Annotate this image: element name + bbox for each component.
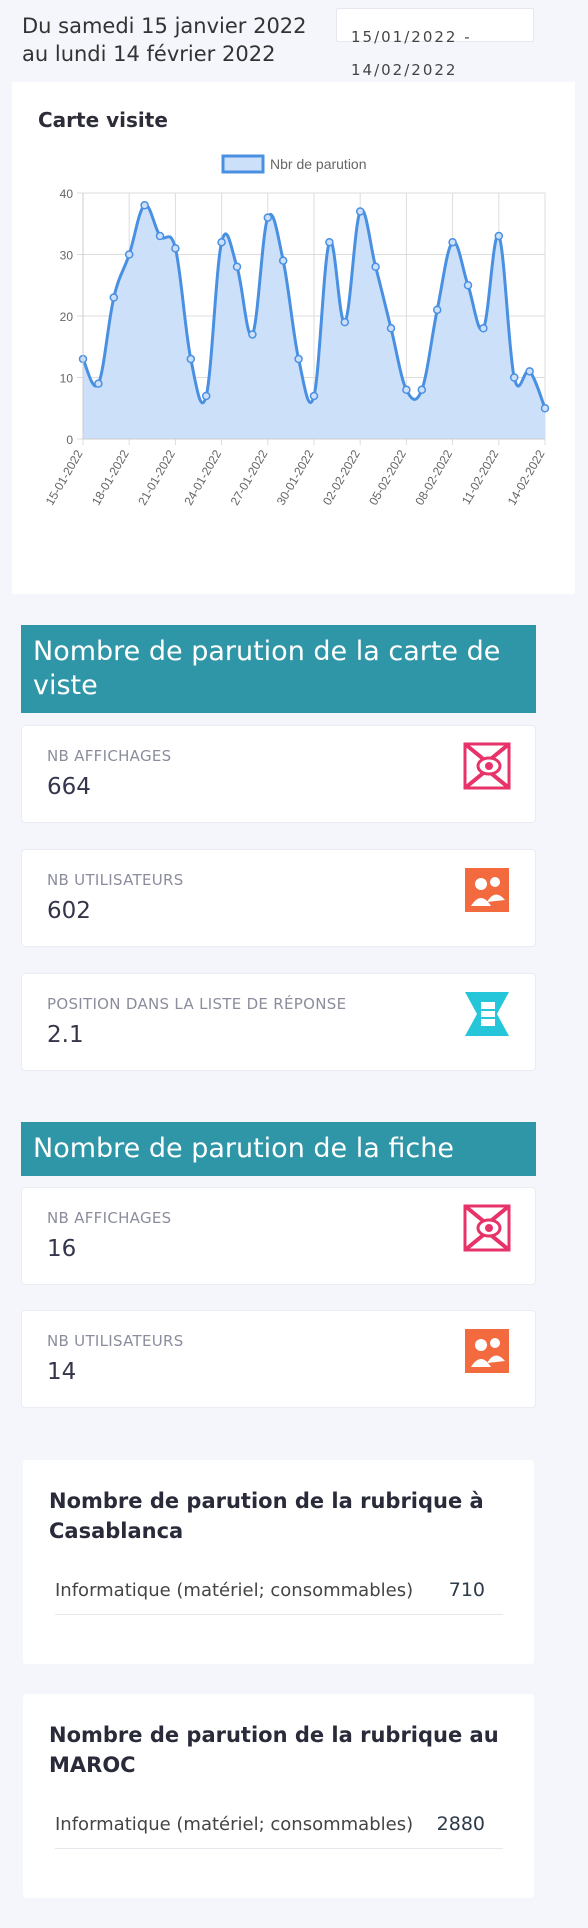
chart-card: Carte visite 0 10 20 30 40 15-01-2022 18-01-20… xyxy=(12,82,575,594)
rubrique-casablanca-title: Nombre de parution de la rubrique à Casa… xyxy=(49,1489,484,1543)
stat-value: 16 xyxy=(47,1236,77,1262)
data-point xyxy=(355,207,365,216)
y-tick-label: 40 xyxy=(60,187,74,201)
section-title-carte: Nombre de parution de la carte de viste xyxy=(21,625,536,713)
legend-label: Nbr de parution xyxy=(270,156,367,172)
users-icon xyxy=(465,868,509,912)
rubrique-maroc-card: Nombre de parution de la rubrique au MAR… xyxy=(23,1694,534,1898)
date-range-line-2: au lundi 14 février 2022 xyxy=(22,42,276,66)
x-tick-label: 08-02-2022 xyxy=(412,447,455,507)
y-tick-label: 0 xyxy=(66,433,73,447)
date-range-heading: Du samedi 15 janvier 2022 au lundi 14 fé… xyxy=(22,12,307,68)
data-point xyxy=(340,317,350,327)
data-point xyxy=(155,231,165,241)
data-point xyxy=(186,354,196,364)
stat-label: NB AFFICHAGES xyxy=(47,1209,172,1227)
date-range-picker-input[interactable]: 15/01/2022 - 14/02/2022 xyxy=(336,8,534,79)
y-tick-label: 20 xyxy=(60,310,74,324)
data-point xyxy=(232,262,242,272)
data-point xyxy=(386,324,396,333)
data-point xyxy=(494,231,504,241)
y-tick-label: 10 xyxy=(60,372,74,386)
stat-card-position-carte: POSITION DANS LA LISTE DE RÉPONSE 2.1 xyxy=(21,973,536,1071)
users-icon xyxy=(465,1329,509,1373)
data-point xyxy=(463,281,473,290)
stat-label: POSITION DANS LA LISTE DE RÉPONSE xyxy=(47,995,347,1013)
section-title-fiche: Nombre de parution de la fiche xyxy=(21,1122,536,1176)
x-tick-label: 24-01-2022 xyxy=(181,447,224,507)
eye-icon xyxy=(463,1204,511,1252)
data-point xyxy=(124,250,134,259)
rubrique-count: 710 xyxy=(448,1579,485,1601)
x-tick-label: 02-02-2022 xyxy=(320,447,363,507)
x-tick-label: 30-01-2022 xyxy=(274,447,317,507)
data-point xyxy=(171,244,180,253)
data-point xyxy=(448,237,457,247)
stat-value: 14 xyxy=(47,1359,77,1385)
x-tick-label: 11-02-2022 xyxy=(459,447,502,507)
x-tick-label: 14-02-2022 xyxy=(505,447,548,507)
y-tick-label: 30 xyxy=(60,249,74,263)
x-tick-label: 15-01-2022 xyxy=(43,447,86,507)
rubrique-maroc-title: Nombre de parution de la rubrique au MAR… xyxy=(49,1723,499,1777)
data-point xyxy=(309,391,319,401)
x-tick-label: 05-02-2022 xyxy=(366,447,409,507)
data-point xyxy=(201,391,211,401)
data-point xyxy=(479,324,488,333)
date-range-line-1: Du samedi 15 janvier 2022 xyxy=(22,14,307,38)
list-position-icon xyxy=(465,992,509,1036)
data-point xyxy=(402,385,411,395)
legend-swatch xyxy=(221,154,265,174)
stat-card-utilisateurs-carte: NB UTILISATEURS 602 xyxy=(21,849,536,947)
data-point xyxy=(278,256,288,265)
rubrique-name: Informatique (matériel; consommables) xyxy=(55,1814,414,1835)
stat-label: NB UTILISATEURS xyxy=(47,871,184,889)
data-point xyxy=(248,330,257,339)
rubrique-row: Informatique (matériel; consommables) 28… xyxy=(55,1810,503,1849)
x-tick-label: 21-01-2022 xyxy=(135,447,178,507)
data-point xyxy=(140,201,149,210)
data-point xyxy=(263,213,273,222)
data-point xyxy=(325,237,334,247)
data-point xyxy=(109,293,119,302)
data-point xyxy=(294,354,303,364)
stat-card-affichages-carte: NB AFFICHAGES 664 xyxy=(21,725,536,823)
data-point xyxy=(371,262,380,272)
eye-icon xyxy=(463,742,511,790)
stat-value: 602 xyxy=(47,898,91,924)
stat-label: NB AFFICHAGES xyxy=(47,747,172,765)
rubrique-count: 2880 xyxy=(436,1813,485,1835)
stat-card-utilisateurs-fiche: NB UTILISATEURS 14 xyxy=(21,1310,536,1408)
stat-value: 664 xyxy=(47,774,91,800)
stat-card-affichages-fiche: NB AFFICHAGES 16 xyxy=(21,1187,536,1285)
data-point xyxy=(217,237,226,247)
stat-label: NB UTILISATEURS xyxy=(47,1332,184,1350)
x-tick-label: 27-01-2022 xyxy=(228,447,271,507)
data-point xyxy=(94,379,103,388)
area-chart: 01020304015-01-2022 18-01-2022 21-01-2022 2… xyxy=(43,154,550,508)
data-point xyxy=(417,385,427,395)
data-point xyxy=(509,373,519,382)
rubrique-casablanca-card: Nombre de parution de la rubrique à Casa… xyxy=(23,1460,534,1664)
data-point xyxy=(525,367,534,376)
stat-value: 2.1 xyxy=(47,1022,84,1048)
data-point xyxy=(432,305,442,315)
x-tick-label: 18-01-2022 xyxy=(89,447,132,507)
data-point xyxy=(540,404,550,413)
rubrique-name: Informatique (matériel; consommables) xyxy=(55,1580,414,1601)
rubrique-row: Informatique (matériel; consommables) 71… xyxy=(55,1576,503,1615)
